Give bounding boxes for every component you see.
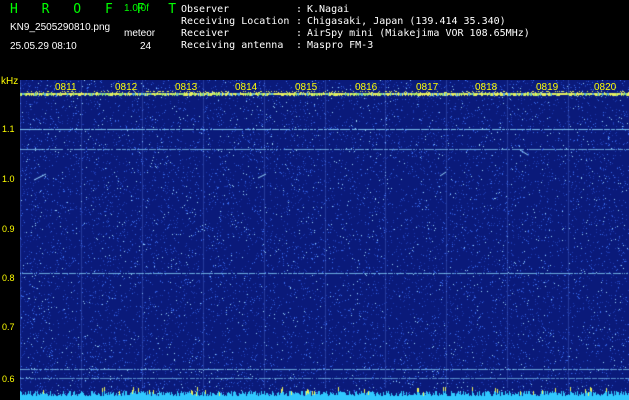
time-label: 0816 bbox=[355, 82, 378, 93]
time-label: 0820 bbox=[594, 82, 617, 93]
y-unit-label: kHz bbox=[1, 76, 19, 87]
meteor-label: meteor bbox=[124, 28, 156, 39]
y-tick-label: 0.9 bbox=[2, 224, 15, 234]
spectrogram-canvas bbox=[20, 80, 629, 400]
time-label: 0815 bbox=[295, 82, 318, 93]
location-value: Chigasaki, Japan (139.414 35.340) bbox=[307, 16, 506, 27]
y-tick-label: 0.6 bbox=[2, 374, 15, 384]
observer-label: Observer bbox=[181, 4, 230, 15]
y-tick-label: 0.8 bbox=[2, 273, 15, 283]
antenna-label: Receiving antenna bbox=[181, 40, 284, 51]
antenna-value: Maspro FM-3 bbox=[307, 40, 374, 51]
filename-label: KN9_2505290810.png bbox=[10, 22, 111, 33]
separator-colon: : bbox=[296, 28, 303, 39]
y-tick-label: 1.1 bbox=[2, 124, 15, 134]
receiver-label: Receiver bbox=[181, 28, 230, 39]
time-label: 0817 bbox=[416, 82, 439, 93]
version-label: 1.0.0f bbox=[124, 3, 150, 14]
separator-colon: : bbox=[296, 40, 303, 51]
time-label: 0811 bbox=[55, 82, 77, 93]
separator-colon: : bbox=[296, 16, 303, 27]
location-label: Receiving Location bbox=[181, 16, 290, 27]
meteor-count: 24 bbox=[140, 41, 152, 52]
header-panel: H R O F F T 1.0.0f KN9_2505290810.png me… bbox=[0, 0, 629, 76]
time-label: 0818 bbox=[475, 82, 498, 93]
separator-colon: : bbox=[296, 4, 303, 15]
y-tick-label: 0.7 bbox=[2, 322, 15, 332]
timestamp-label: 25.05.29 08:10 bbox=[10, 41, 77, 52]
observer-value: K.Nagai bbox=[307, 4, 350, 15]
time-label: 0813 bbox=[175, 82, 198, 93]
y-tick-label: 1.0 bbox=[2, 174, 15, 184]
time-label: 0812 bbox=[115, 82, 138, 93]
receiver-value: AirSpy mini (Miakejima VOR 108.65MHz) bbox=[307, 28, 530, 39]
time-label: 0819 bbox=[536, 82, 559, 93]
app-title: H R O F F T bbox=[10, 2, 185, 17]
time-label: 0814 bbox=[235, 82, 258, 93]
